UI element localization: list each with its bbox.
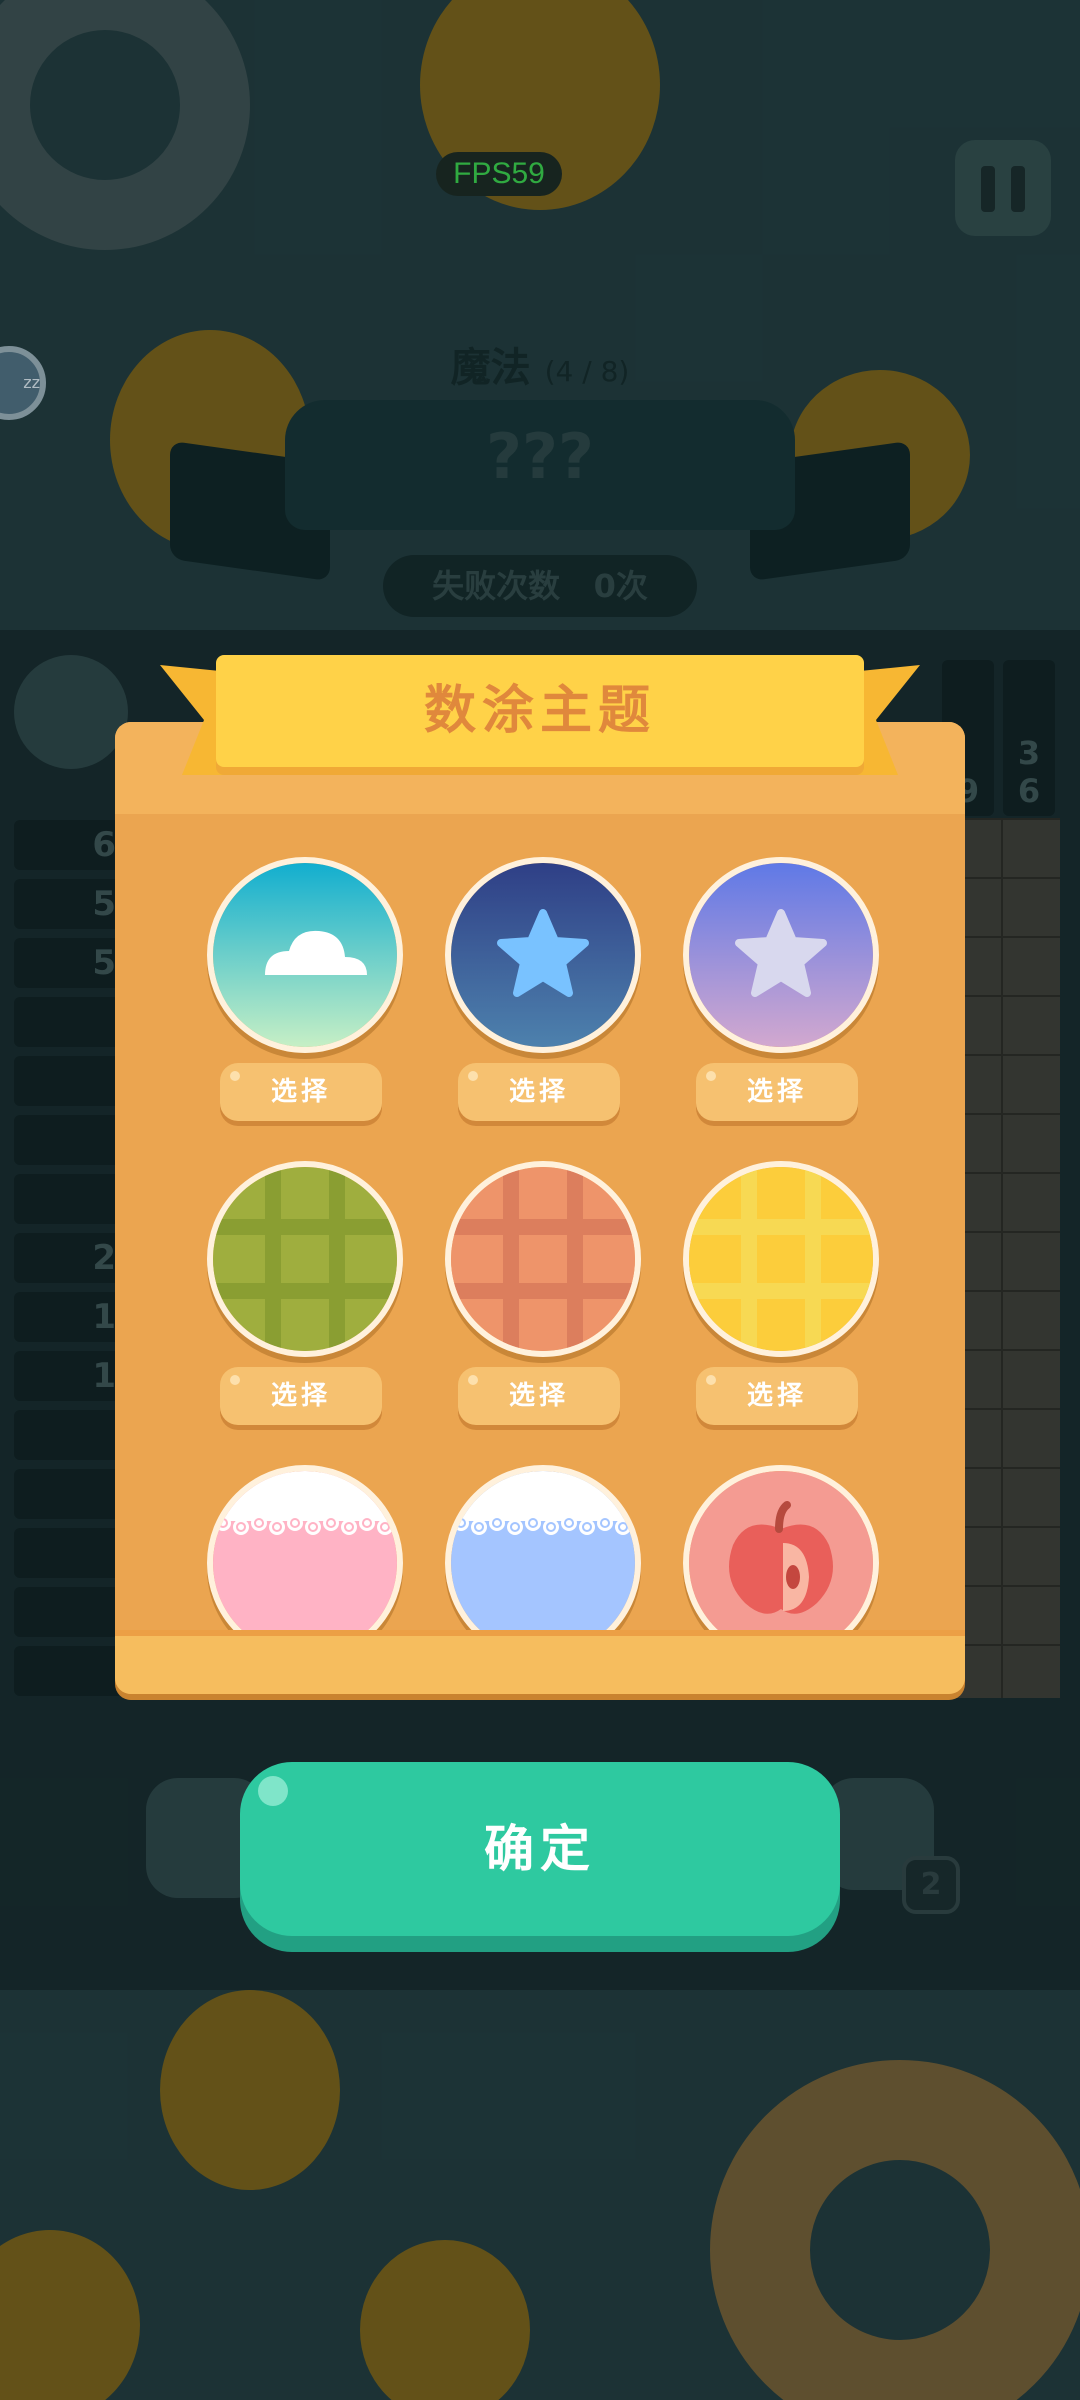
confirm-button[interactable]: 确定 (240, 1762, 840, 1936)
plaid-pattern-icon (213, 1167, 397, 1351)
lace-pattern-icon (451, 1471, 635, 1655)
select-button[interactable]: 选择 (458, 1063, 620, 1121)
plaid-pattern-icon (451, 1167, 635, 1351)
plaid-pattern-icon (689, 1167, 873, 1351)
orange-plaid-theme-preview[interactable] (445, 1161, 641, 1357)
star-icon (689, 863, 873, 1047)
select-button[interactable]: 选择 (696, 1063, 858, 1121)
cloud-sky-theme-preview[interactable] (207, 857, 403, 1053)
yellow-plaid-theme-preview[interactable] (683, 1161, 879, 1357)
purple-star-theme-preview[interactable] (683, 857, 879, 1053)
select-button[interactable]: 选择 (458, 1367, 620, 1425)
modal-footer (115, 1630, 965, 1694)
green-plaid-theme-preview[interactable] (207, 1161, 403, 1357)
modal-title: 数涂主题 (423, 681, 656, 741)
apple-icon (689, 1471, 873, 1655)
select-button[interactable]: 选择 (696, 1367, 858, 1425)
cloud-icon (213, 863, 397, 1047)
star-icon (451, 863, 635, 1047)
select-button[interactable]: 选择 (220, 1367, 382, 1425)
select-button[interactable]: 选择 (220, 1063, 382, 1121)
blue-star-theme-preview[interactable] (445, 857, 641, 1053)
theme-modal: 选择 选择 选择 选择 选择 选择 (115, 722, 965, 1694)
lace-pattern-icon (213, 1471, 397, 1655)
banner-center: 数涂主题 (216, 655, 864, 767)
title-banner: 数涂主题 (160, 655, 920, 790)
